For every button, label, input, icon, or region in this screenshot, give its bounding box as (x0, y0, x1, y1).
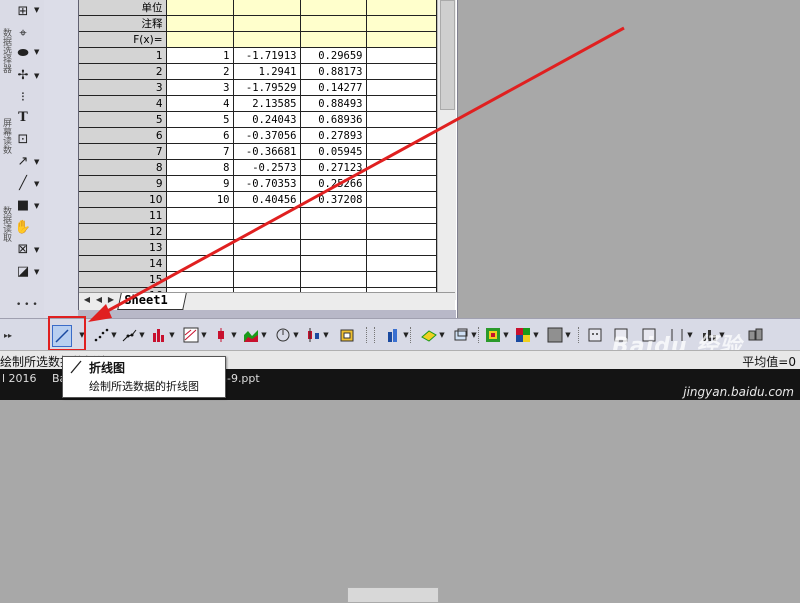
tooltip-description: 绘制所选数据的折线图 (89, 380, 199, 393)
status-average: 平均值=0 (742, 355, 796, 369)
tooltip-title: 折线图 (89, 361, 126, 375)
annotation-arrow (88, 26, 625, 322)
taskbar-item[interactable]: l 2016 (2, 372, 37, 385)
horizontal-scrollbar[interactable] (347, 587, 439, 603)
jingyan-watermark: jingyan.baidu.com (683, 385, 794, 399)
line-chart-tooltip: 折线图 绘制所选数据的折线图 (62, 356, 226, 398)
line-chart-icon (70, 360, 82, 374)
